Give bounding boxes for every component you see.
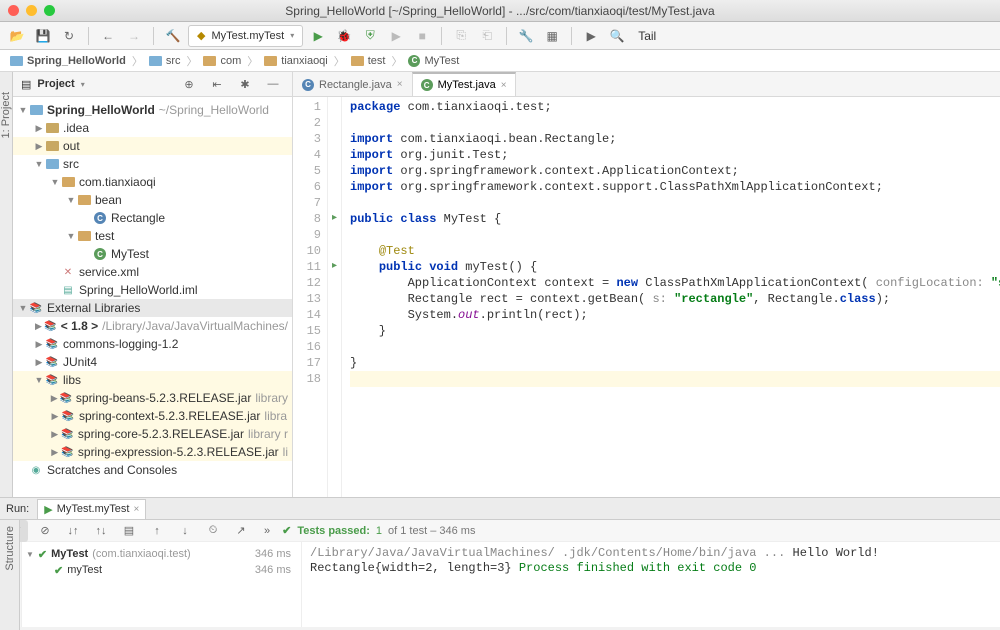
run-panel: Run: ▶MyTest.myTest× ✔ ⊘ ↓↑ ↑↓ ▤ ↑ ↓ ⏲ ↗…	[0, 497, 1000, 627]
separator	[88, 27, 89, 45]
open-icon[interactable]: 📂	[6, 25, 28, 47]
pass-icon: ✔	[282, 524, 291, 537]
left-gutter: 1: Project	[0, 72, 13, 497]
console-output[interactable]: /Library/Java/JavaVirtualMachines/ .jdk/…	[302, 542, 1000, 627]
run-label: Run:	[6, 503, 29, 515]
run-anything-icon[interactable]: ▶	[580, 25, 602, 47]
skip-icon[interactable]: ⊘	[34, 520, 56, 542]
project-tree[interactable]: ▼Spring_HelloWorld ~/Spring_HelloWorld ▶…	[13, 97, 292, 497]
collapse-icon[interactable]: ⇤	[206, 73, 228, 95]
crumb-item[interactable]: tianxiaoqi	[264, 55, 327, 67]
project-toolwindow-tab[interactable]: 1: Project	[0, 92, 12, 138]
sort-icon[interactable]: ↑↓	[90, 520, 112, 542]
vcs-icon[interactable]: ⎘	[450, 25, 472, 47]
run-toolbar: ✔ ⊘ ↓↑ ↑↓ ▤ ↑ ↓ ⏲ ↗ » ✔ Tests passed: 1 …	[0, 520, 1000, 542]
crumb-item[interactable]: src	[149, 55, 181, 67]
time-icon: ⏲	[202, 520, 224, 542]
export-icon[interactable]: ↗	[230, 520, 252, 542]
editor: CRectangle.java× CMyTest.java× 123456789…	[293, 72, 1000, 497]
status-label: Tests passed:	[297, 525, 370, 537]
crumb-item[interactable]: Spring_HelloWorld	[10, 55, 126, 67]
editor-tab[interactable]: CMyTest.java×	[412, 72, 516, 96]
crumb-item[interactable]: com	[203, 55, 241, 67]
search-everywhere-icon[interactable]: 🔍	[606, 25, 628, 47]
run-gutter-icon[interactable]: ▸	[328, 259, 341, 275]
back-icon[interactable]: ←	[97, 25, 119, 47]
crumb-item[interactable]: C MyTest	[408, 55, 459, 67]
project-head-label: Project	[37, 78, 74, 90]
window-title: Spring_HelloWorld [~/Spring_HelloWorld] …	[0, 4, 1000, 18]
line-gutter: 123456789101112131415161718	[293, 97, 328, 497]
separator	[571, 27, 572, 45]
locate-icon[interactable]: ⊕	[178, 73, 200, 95]
editor-tabs: CRectangle.java× CMyTest.java×	[293, 72, 1000, 97]
settings-icon[interactable]: ✱	[234, 73, 256, 95]
wrench-icon[interactable]: 🔧	[515, 25, 537, 47]
save-icon[interactable]: 💾	[32, 25, 54, 47]
run-config-label: MyTest.myTest	[211, 30, 284, 42]
expand-icon[interactable]: ▤	[118, 520, 140, 542]
breadcrumb: Spring_HelloWorld 〉 src 〉 com 〉 tianxiao…	[0, 50, 1000, 72]
stop-icon[interactable]: ■	[411, 25, 433, 47]
close-icon[interactable]: ×	[397, 79, 403, 90]
project-panel: ▤Project▾ ⊕ ⇤ ✱ — ▼Spring_HelloWorld ~/S…	[13, 72, 293, 497]
sort-icon[interactable]: ↓↑	[62, 520, 84, 542]
debug-icon[interactable]: 🐞	[333, 25, 355, 47]
build-icon[interactable]: 🔨	[162, 25, 184, 47]
run-tab[interactable]: ▶MyTest.myTest×	[37, 499, 146, 519]
run-config-selector[interactable]: ◆MyTest.myTest▾	[188, 25, 303, 47]
next-icon[interactable]: ↓	[174, 520, 196, 542]
hide-icon[interactable]: —	[262, 73, 284, 95]
separator	[441, 27, 442, 45]
close-icon[interactable]: ×	[501, 80, 507, 91]
source-text[interactable]: package com.tianxiaoqi.test; import com.…	[342, 97, 1000, 497]
structure-icon[interactable]: ▦	[541, 25, 563, 47]
profile-icon[interactable]: ▶	[385, 25, 407, 47]
separator	[153, 27, 154, 45]
forward-icon[interactable]: →	[123, 25, 145, 47]
run-gutter-icon[interactable]: ▸	[328, 211, 341, 227]
prev-icon[interactable]: ↑	[146, 520, 168, 542]
close-icon[interactable]: ×	[133, 504, 139, 515]
code-area[interactable]: 123456789101112131415161718 ▸ ▸ package …	[293, 97, 1000, 497]
crumb-item[interactable]: test	[351, 55, 386, 67]
run-tree[interactable]: ▼✔MyTest (com.tianxiaoqi.test)346 ms ✔my…	[22, 542, 302, 627]
structure-toolwindow-tab[interactable]: Structure	[4, 526, 16, 571]
coverage-icon[interactable]: ⛨	[359, 25, 381, 47]
refresh-icon[interactable]: ↻	[58, 25, 80, 47]
vcs-icon2[interactable]: ⎗	[476, 25, 498, 47]
run-icon[interactable]: ▶	[307, 25, 329, 47]
marker-gutter: ▸ ▸	[328, 97, 342, 497]
tail-label: Tail	[638, 29, 656, 43]
editor-tab[interactable]: CRectangle.java×	[293, 72, 412, 96]
main-toolbar: 📂 💾 ↻ ← → 🔨 ◆MyTest.myTest▾ ▶ 🐞 ⛨ ▶ ■ ⎘ …	[0, 22, 1000, 50]
separator	[506, 27, 507, 45]
